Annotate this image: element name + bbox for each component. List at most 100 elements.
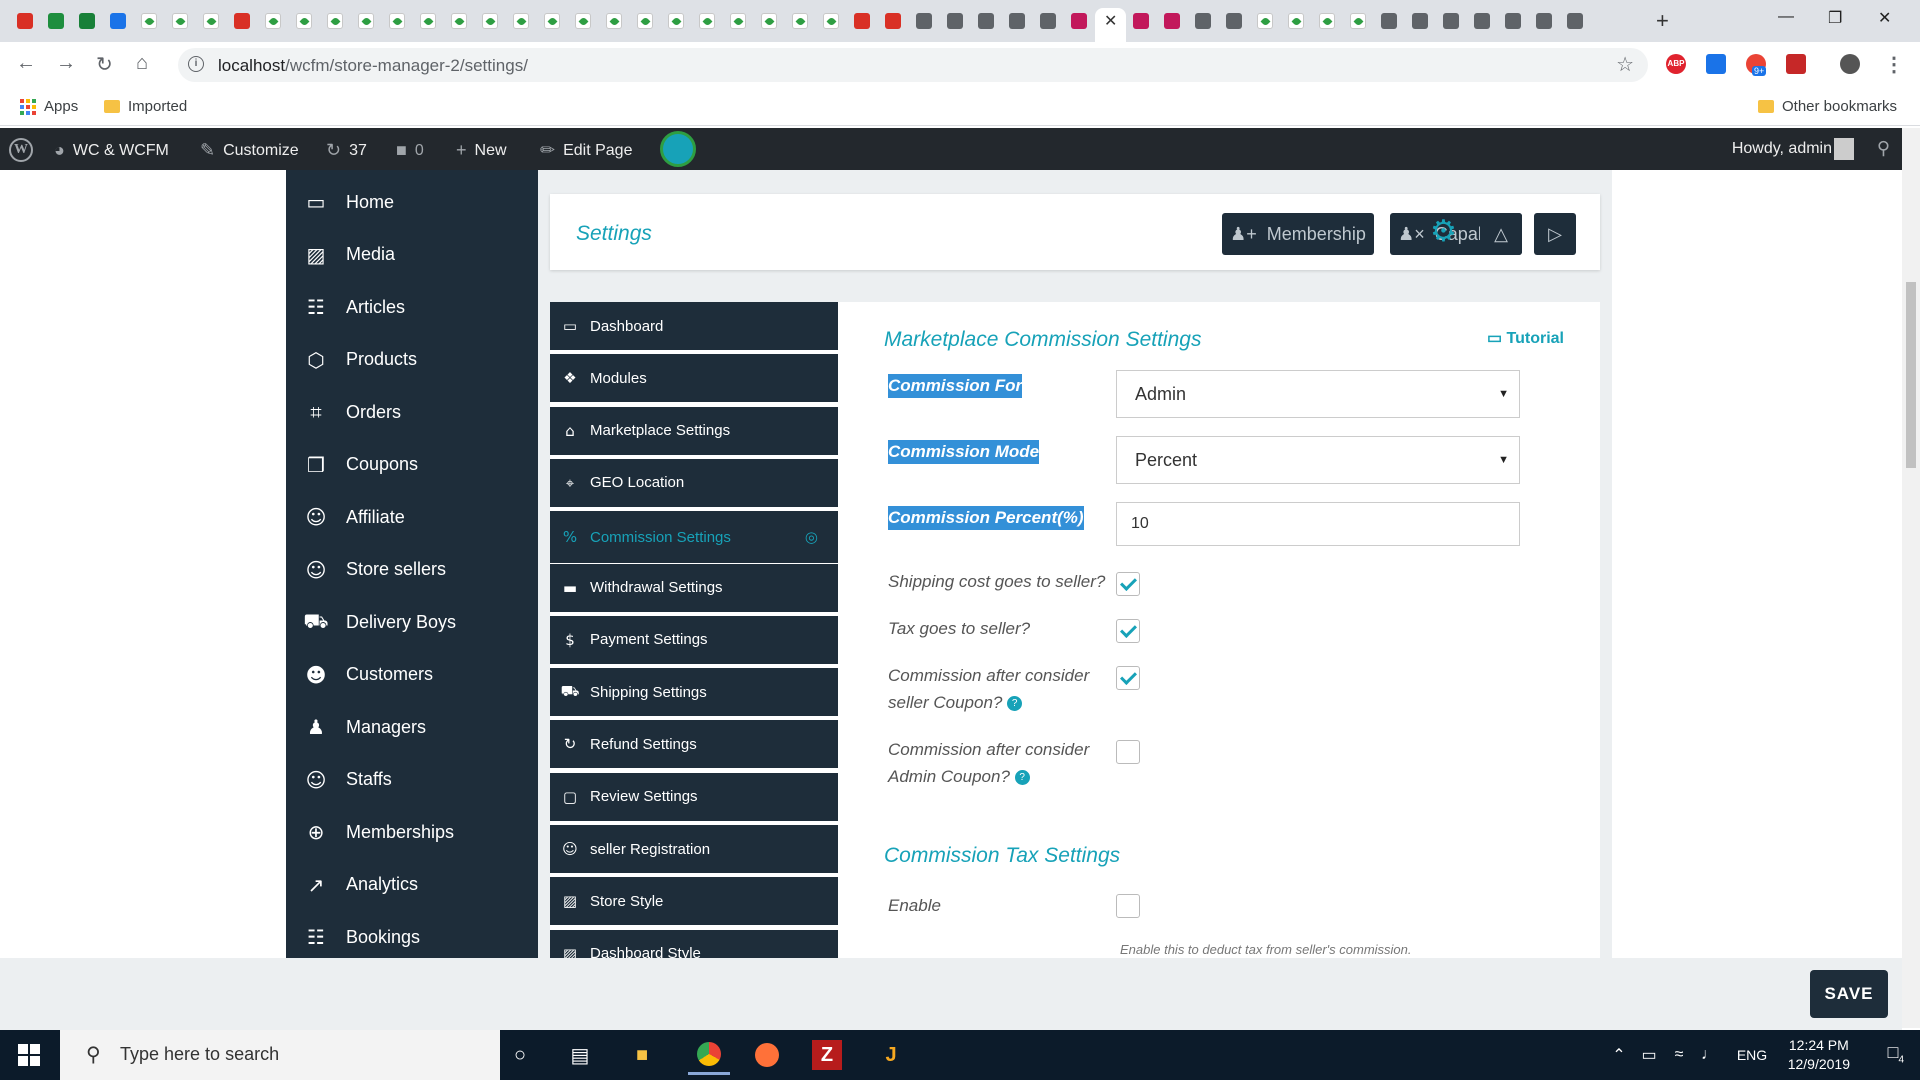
submenu-item-review-settings[interactable]: ▢ Review Settings [550, 772, 838, 823]
maximize-button[interactable]: ❐ [1828, 8, 1842, 28]
sidebar-item-memberships[interactable]: ⊕ Memberships [286, 806, 538, 858]
seller-coupon-checkbox[interactable] [1116, 666, 1140, 690]
save-button[interactable]: SAVE [1810, 970, 1888, 1018]
sidebar-item-managers[interactable]: ♟ Managers [286, 701, 538, 753]
submenu-item-payment-settings[interactable]: $ Payment Settings [550, 615, 838, 666]
wifi-icon[interactable]: ≈ [1664, 1040, 1694, 1070]
help-icon[interactable]: ? [1007, 696, 1023, 712]
sidebar-item-orders[interactable]: ⌗ Orders [286, 386, 538, 438]
submenu-item-dashboard[interactable]: ▭ Dashboard [550, 302, 838, 352]
browser-tab[interactable] [661, 8, 692, 34]
submenu-item-store-style[interactable]: ▨ Store Style [550, 877, 838, 928]
browser-tab[interactable] [10, 8, 41, 34]
wcfm-store-icon[interactable] [660, 131, 696, 167]
filezilla-taskbar-icon[interactable]: Z [812, 1040, 842, 1070]
url-text[interactable]: localhost/wcfm/store-manager-2/settings/ [218, 56, 528, 76]
browser-tab[interactable] [227, 8, 258, 34]
submenu-item-commission-settings[interactable]: % Commission Settings ◎ [550, 511, 838, 566]
submenu-item-geo-location[interactable]: ⌖ GEO Location [550, 458, 838, 509]
browser-tab[interactable] [72, 8, 103, 34]
submenu-item-refund-settings[interactable]: ↻ Refund Settings [550, 720, 838, 771]
page-scrollbar[interactable] [1902, 128, 1920, 1028]
file-explorer-icon[interactable]: ■ [627, 1040, 657, 1070]
sidebar-item-staffs[interactable]: ☺ Staffs [286, 754, 538, 806]
sidebar-item-customers[interactable]: ☻ Customers [286, 649, 538, 701]
browser-tab[interactable] [382, 8, 413, 34]
browser-tab[interactable] [1064, 8, 1095, 34]
browser-tab[interactable] [537, 8, 568, 34]
chrome-taskbar-icon[interactable] [688, 1035, 730, 1075]
browser-tab[interactable] [971, 8, 1002, 34]
browser-tab[interactable] [1498, 8, 1529, 34]
other-bookmarks[interactable]: Other bookmarks [1758, 98, 1897, 115]
browser-tab[interactable] [134, 8, 165, 34]
windows-start-icon[interactable] [18, 1044, 40, 1066]
browser-tab[interactable] [1467, 8, 1498, 34]
close-window-button[interactable]: ✕ [1878, 8, 1891, 28]
home-button[interactable]: ⌂ [136, 52, 148, 75]
sidebar-item-media[interactable]: ▨ Media [286, 229, 538, 281]
sidebar-item-delivery-boys[interactable]: ⛟ Delivery Boys [286, 596, 538, 648]
browser-tab[interactable]: ✕ [1095, 8, 1126, 42]
browser-tab[interactable] [41, 8, 72, 34]
browser-tab[interactable] [1219, 8, 1250, 34]
back-button[interactable]: ← [16, 52, 36, 75]
knowledgebase-button[interactable]: △ [1480, 213, 1522, 255]
browser-tab[interactable] [723, 8, 754, 34]
submenu-item-shipping-settings[interactable]: ⛟ Shipping Settings [550, 668, 838, 719]
browser-tab[interactable] [1312, 8, 1343, 34]
screenshot-extension-icon[interactable] [1706, 54, 1726, 74]
wp-comments[interactable]: ■ 0 [396, 140, 424, 161]
browser-tab[interactable] [1436, 8, 1467, 34]
commission-for-select[interactable]: Admin ▼ [1116, 370, 1520, 418]
browser-tab[interactable] [909, 8, 940, 34]
browser-tab[interactable] [103, 8, 134, 34]
browser-tab[interactable] [1002, 8, 1033, 34]
browser-tab[interactable] [413, 8, 444, 34]
browser-tab[interactable] [444, 8, 475, 34]
browser-tab[interactable] [258, 8, 289, 34]
sidebar-item-articles[interactable]: ☷ Articles [286, 281, 538, 333]
wp-site-name[interactable]: ◕ WC & WCFM [54, 140, 169, 161]
admin-coupon-checkbox[interactable] [1116, 740, 1140, 764]
browser-tab[interactable] [1343, 8, 1374, 34]
cortana-icon[interactable]: ○ [505, 1040, 535, 1070]
browser-tab[interactable] [599, 8, 630, 34]
bookmark-star-icon[interactable]: ☆ [1616, 52, 1634, 77]
commission-mode-select[interactable]: Percent ▼ [1116, 436, 1520, 484]
browser-tab[interactable] [506, 8, 537, 34]
jetbrains-taskbar-icon[interactable]: J [876, 1040, 906, 1070]
browser-tab[interactable] [940, 8, 971, 34]
taskbar-search[interactable]: ⚲ Type here to search [60, 1030, 500, 1080]
new-tab-button[interactable]: + [1656, 8, 1669, 34]
admin-avatar[interactable] [1834, 138, 1854, 160]
browser-tab[interactable] [1157, 8, 1188, 34]
taskbar-clock[interactable]: 12:24 PM 12/9/2019 [1788, 1036, 1850, 1074]
sidebar-item-bookings[interactable]: ☷ Bookings [286, 911, 538, 958]
site-info-icon[interactable]: i [188, 56, 204, 72]
task-view-icon[interactable]: ▤ [565, 1040, 595, 1070]
browser-tab[interactable] [692, 8, 723, 34]
browser-tab[interactable] [1405, 8, 1436, 34]
browser-tab[interactable] [568, 8, 599, 34]
browser-tab[interactable] [1126, 8, 1157, 34]
bookmark-imported[interactable]: Imported [104, 98, 187, 115]
submenu-item-withdrawal-settings[interactable]: ▬ Withdrawal Settings [550, 563, 838, 614]
browser-tab[interactable] [1250, 8, 1281, 34]
browser-tab[interactable] [320, 8, 351, 34]
membership-button[interactable]: ♟+ Membership [1222, 213, 1374, 255]
browser-tab[interactable] [1560, 8, 1591, 34]
browser-tab[interactable] [196, 8, 227, 34]
minimize-button[interactable]: — [1778, 8, 1794, 26]
commission-percent-input[interactable]: 10 [1116, 502, 1520, 546]
scrollbar-thumb[interactable] [1906, 282, 1916, 468]
browser-tab[interactable] [1281, 8, 1312, 34]
close-tab-icon[interactable]: ✕ [1104, 11, 1117, 31]
reload-button[interactable]: ↻ [96, 52, 113, 77]
tax-enable-checkbox[interactable] [1116, 894, 1140, 918]
wp-edit-page[interactable]: ✏ Edit Page [540, 140, 632, 161]
help-icon[interactable]: ? [1014, 770, 1030, 786]
sidebar-item-coupons[interactable]: ❒ Coupons [286, 439, 538, 491]
volume-muted-icon[interactable]: ♩ [1694, 1040, 1724, 1070]
submenu-item-dashboard-style[interactable]: ▨ Dashboard Style [550, 929, 838, 958]
